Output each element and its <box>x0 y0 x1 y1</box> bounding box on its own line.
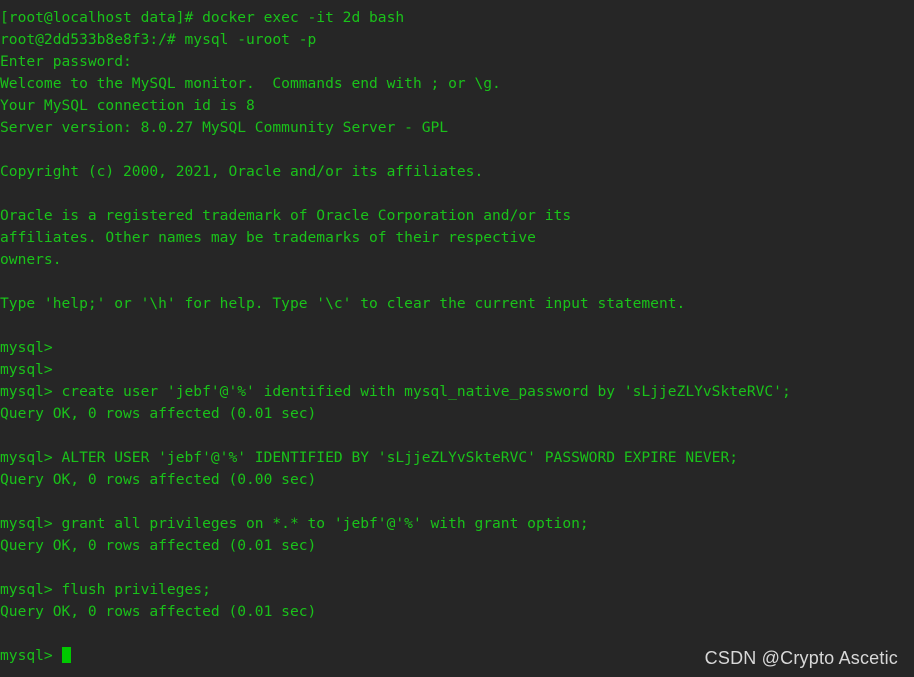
terminal-line: mysql> <box>0 361 53 378</box>
terminal-line: Query OK, 0 rows affected (0.01 sec) <box>0 537 317 554</box>
terminal-line: Oracle is a registered trademark of Orac… <box>0 207 572 224</box>
terminal-line: Type 'help;' or '\h' for help. Type '\c'… <box>0 295 686 312</box>
terminal-line: Server version: 8.0.27 MySQL Community S… <box>0 119 449 136</box>
prompt-label: mysql> <box>0 647 62 664</box>
terminal-line: Query OK, 0 rows affected (0.01 sec) <box>0 603 317 620</box>
terminal-window[interactable]: [root@localhost data]# docker exec -it 2… <box>0 0 914 677</box>
text-cursor <box>61 647 71 663</box>
terminal-line: mysql> grant all privileges on *.* to 'j… <box>0 515 589 532</box>
terminal-line: Copyright (c) 2000, 2021, Oracle and/or … <box>0 163 484 180</box>
terminal-line: Query OK, 0 rows affected (0.01 sec) <box>0 405 317 422</box>
watermark-label: CSDN @Crypto Ascetic <box>704 648 898 668</box>
terminal-line: owners. <box>0 251 62 268</box>
terminal-line: mysql> flush privileges; <box>0 581 211 598</box>
terminal-line: mysql> <box>0 339 53 356</box>
terminal-line: root@2dd533b8e8f3:/# mysql -uroot -p <box>0 31 317 48</box>
terminal-line: [root@localhost data]# docker exec -it 2… <box>0 9 405 26</box>
terminal-line: Query OK, 0 rows affected (0.00 sec) <box>0 471 317 488</box>
terminal-line: mysql> ALTER USER 'jebf'@'%' IDENTIFIED … <box>0 449 739 466</box>
terminal-line: Enter password: <box>0 53 132 70</box>
terminal-line: Welcome to the MySQL monitor. Commands e… <box>0 75 501 92</box>
terminal-output: [root@localhost data]# docker exec -it 2… <box>0 7 914 645</box>
terminal-line: mysql> create user 'jebf'@'%' identified… <box>0 383 791 400</box>
terminal-line: affiliates. Other names may be trademark… <box>0 229 536 246</box>
terminal-line: Your MySQL connection id is 8 <box>0 97 255 114</box>
